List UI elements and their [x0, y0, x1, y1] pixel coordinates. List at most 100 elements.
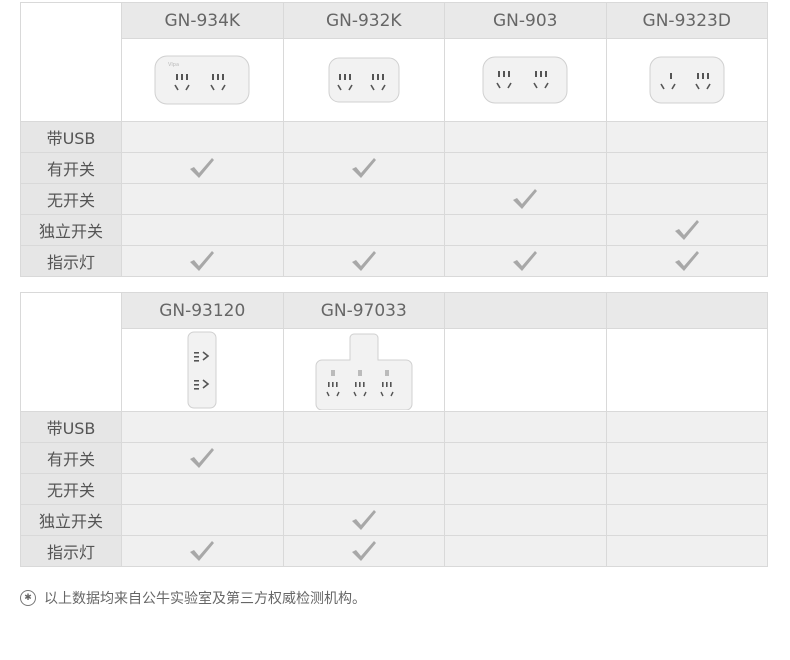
feature-row: 指示灯 [20, 535, 768, 567]
feature-label: 指示灯 [20, 535, 122, 567]
feature-cell [282, 442, 445, 474]
feature-cell [444, 473, 607, 505]
feature-cell [282, 473, 445, 505]
feature-label: 有开关 [20, 442, 122, 474]
footnote-text: 以上数据均来自公牛实验室及第三方权威检测机构。 [44, 591, 366, 607]
checkmark-icon [190, 158, 215, 178]
corner-cell [20, 2, 122, 122]
double-socket-product-image: Vlpa [154, 55, 250, 105]
feature-cell [282, 535, 445, 567]
feature-label: 带USB [20, 121, 122, 153]
model-header-row: GN-93120 GN-97033 [20, 292, 768, 412]
model-name: GN-97033 [282, 292, 445, 329]
double-socket-product-image [482, 56, 568, 104]
feature-cell [282, 121, 445, 153]
model-name: GN-932K [282, 2, 445, 39]
feature-cell [282, 214, 445, 246]
feature-row: 独立开关 [20, 504, 768, 536]
feature-cell [121, 121, 284, 153]
feature-cell [121, 245, 284, 277]
double-socket-product-image [649, 56, 725, 104]
feature-row: 独立开关 [20, 214, 768, 246]
checkmark-icon [351, 158, 376, 178]
product-image-cell [444, 38, 607, 122]
t-shaped-socket-product-image [315, 333, 413, 410]
feature-cell [282, 183, 445, 215]
feature-cell [282, 504, 445, 536]
feature-rows: 带USB 有开关 无开关 独立开关 指示灯 [20, 121, 768, 277]
feature-cell [605, 473, 768, 505]
feature-label: 独立开关 [20, 504, 122, 536]
feature-cell [605, 214, 768, 246]
feature-cell [121, 152, 284, 184]
product-image-cell [605, 38, 768, 122]
model-name: GN-93120 [121, 292, 284, 329]
feature-row: 带USB [20, 411, 768, 443]
feature-cell [444, 411, 607, 443]
feature-cell [121, 183, 284, 215]
model-name: GN-9323D [605, 2, 768, 39]
feature-cell [282, 152, 445, 184]
feature-cell [444, 442, 607, 474]
feature-label: 无开关 [20, 473, 122, 505]
feature-cell [121, 504, 284, 536]
checkmark-icon [674, 220, 699, 240]
product-image-cell [282, 328, 445, 412]
feature-label: 指示灯 [20, 245, 122, 277]
model-header-row: GN-934K GN-932K GN-903 GN-9323D [20, 2, 768, 122]
feature-cell [121, 442, 284, 474]
double-socket-product-image [328, 57, 400, 103]
checkmark-icon [190, 448, 215, 468]
checkmark-icon [351, 510, 376, 530]
feature-cell [121, 535, 284, 567]
vertical-socket-product-image [187, 331, 217, 409]
feature-row: 带USB [20, 121, 768, 153]
checkmark-icon [513, 189, 538, 209]
footnote: ✱ 以上数据均来自公牛实验室及第三方权威检测机构。 [20, 588, 366, 608]
model-name: GN-934K [121, 2, 284, 39]
checkmark-icon [351, 251, 376, 271]
feature-cell [605, 245, 768, 277]
feature-cell [605, 121, 768, 153]
product-image-cell [444, 328, 607, 412]
model-name: GN-903 [444, 2, 607, 39]
svg-text:Vlpa: Vlpa [168, 62, 179, 68]
asterisk-circle-icon: ✱ [20, 590, 36, 606]
feature-cell [605, 504, 768, 536]
feature-cell [444, 245, 607, 277]
corner-cell [20, 292, 122, 412]
feature-cell [121, 214, 284, 246]
product-image-cell [282, 38, 445, 122]
feature-row: 有开关 [20, 152, 768, 184]
feature-cell [121, 411, 284, 443]
feature-row: 无开关 [20, 183, 768, 215]
feature-cell [605, 411, 768, 443]
feature-label: 独立开关 [20, 214, 122, 246]
feature-label: 无开关 [20, 183, 122, 215]
product-image-cell [121, 328, 284, 412]
feature-cell [444, 535, 607, 567]
feature-cell [605, 535, 768, 567]
feature-cell [444, 121, 607, 153]
feature-cell [444, 152, 607, 184]
feature-cell [282, 245, 445, 277]
feature-cell [444, 214, 607, 246]
product-image-row: Vlpa [21, 38, 768, 122]
feature-cell [121, 473, 284, 505]
product-image-cell [605, 328, 768, 412]
checkmark-icon [674, 251, 699, 271]
feature-label: 有开关 [20, 152, 122, 184]
product-image-row [21, 328, 768, 412]
feature-cell [605, 442, 768, 474]
feature-row: 指示灯 [20, 245, 768, 277]
feature-row: 有开关 [20, 442, 768, 474]
feature-cell [605, 152, 768, 184]
model-name [444, 292, 607, 329]
comparison-table-2: GN-93120 GN-97033 带USB 有开关 无开关 独立开关 指示灯 [20, 292, 768, 567]
feature-cell [444, 504, 607, 536]
checkmark-icon [190, 251, 215, 271]
feature-cell [282, 411, 445, 443]
feature-cell [605, 183, 768, 215]
model-name [605, 292, 768, 329]
feature-row: 无开关 [20, 473, 768, 505]
